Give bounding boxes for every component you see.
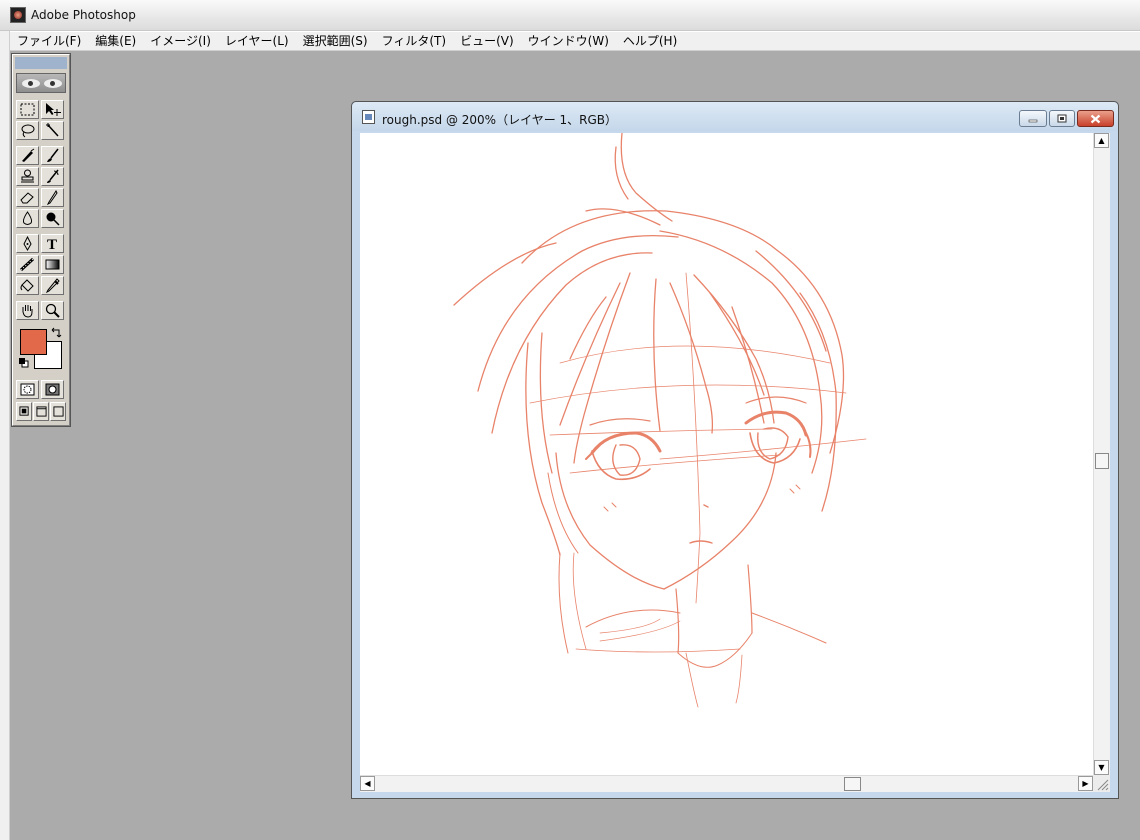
document-titlebar[interactable]: rough.psd @ 200%（レイヤー 1、RGB） [352, 102, 1118, 131]
vertical-scroll-thumb[interactable] [1095, 453, 1109, 469]
scroll-left-arrow-icon[interactable]: ◀ [360, 776, 375, 791]
document-window: rough.psd @ 200%（レイヤー 1、RGB） ▲ ▼ ◀ ▶ [351, 101, 1119, 799]
psd-file-icon [362, 110, 375, 124]
paintbrush-icon[interactable] [41, 146, 64, 165]
horizontal-scrollbar[interactable]: ◀ ▶ [360, 775, 1093, 792]
hand-icon[interactable] [16, 301, 39, 320]
menu-file[interactable]: ファイル(F) [10, 32, 88, 50]
eraser-icon[interactable] [16, 188, 39, 207]
restore-icon [1057, 114, 1067, 123]
marquee-icon[interactable] [16, 100, 39, 119]
document-title: rough.psd @ 200%（レイヤー 1、RGB） [382, 113, 618, 127]
svg-text:T: T [47, 237, 57, 251]
airbrush-icon[interactable] [16, 146, 39, 165]
app-titlebar: Adobe Photoshop [0, 0, 1140, 31]
toolbox-title-grip[interactable] [15, 57, 67, 69]
toolbox-palette: T [11, 53, 71, 427]
scroll-down-arrow-icon[interactable]: ▼ [1094, 760, 1109, 775]
menu-help[interactable]: ヘルプ(H) [616, 32, 684, 50]
zoom-icon[interactable] [41, 301, 64, 320]
photoshop-eye-icon[interactable] [16, 73, 66, 93]
close-button[interactable] [1077, 110, 1114, 127]
swap-colors-icon[interactable] [51, 327, 63, 339]
horizontal-scroll-thumb[interactable] [844, 777, 861, 791]
window-left-frame [0, 31, 10, 840]
menu-bar: ファイル(F) 編集(E) イメージ(I) レイヤー(L) 選択範囲(S) フィ… [10, 31, 1140, 51]
measure-icon[interactable] [16, 255, 39, 274]
vertical-scrollbar[interactable]: ▲ ▼ [1093, 133, 1110, 775]
menu-select[interactable]: 選択範囲(S) [296, 32, 375, 50]
move-icon[interactable] [41, 100, 64, 119]
menu-edit[interactable]: 編集(E) [88, 32, 143, 50]
menu-view[interactable]: ビュー(V) [453, 32, 521, 50]
screen-mode-full-menu-icon[interactable] [33, 402, 49, 421]
menu-layer[interactable]: レイヤー(L) [218, 32, 296, 50]
burn-icon[interactable] [41, 209, 64, 228]
type-icon[interactable]: T [41, 234, 64, 253]
pen-icon[interactable] [16, 234, 39, 253]
default-colors-icon[interactable] [19, 358, 29, 368]
foreground-color-swatch[interactable] [20, 329, 47, 355]
rubber-stamp-icon[interactable] [16, 167, 39, 186]
resize-grip-icon[interactable] [1093, 775, 1110, 792]
scroll-right-arrow-icon[interactable]: ▶ [1078, 776, 1093, 791]
app-title: Adobe Photoshop [31, 8, 136, 22]
standard-mode-icon[interactable] [16, 380, 39, 399]
close-icon [1090, 114, 1101, 123]
gradient-icon[interactable] [41, 255, 64, 274]
screen-mode-full-icon[interactable] [50, 402, 66, 421]
minimize-button[interactable] [1019, 110, 1047, 127]
pencil-icon[interactable] [41, 188, 64, 207]
menu-image[interactable]: イメージ(I) [143, 32, 218, 50]
history-brush-icon[interactable] [41, 167, 64, 186]
scroll-up-arrow-icon[interactable]: ▲ [1094, 133, 1109, 148]
menu-window[interactable]: ウインドウ(W) [521, 32, 616, 50]
canvas[interactable] [360, 133, 1093, 775]
menu-filter[interactable]: フィルタ(T) [375, 32, 453, 50]
character-sketch [453, 133, 867, 708]
blur-icon[interactable] [16, 209, 39, 228]
eyedropper-icon[interactable] [41, 276, 64, 295]
restore-button[interactable] [1049, 110, 1075, 127]
magic-wand-icon[interactable] [41, 121, 64, 140]
minimize-icon [1028, 119, 1038, 122]
photoshop-eye-icon [10, 7, 26, 23]
quick-mask-mode-icon[interactable] [41, 380, 64, 399]
screen-mode-standard-icon[interactable] [16, 402, 32, 421]
lasso-icon[interactable] [16, 121, 39, 140]
paint-bucket-icon[interactable] [16, 276, 39, 295]
